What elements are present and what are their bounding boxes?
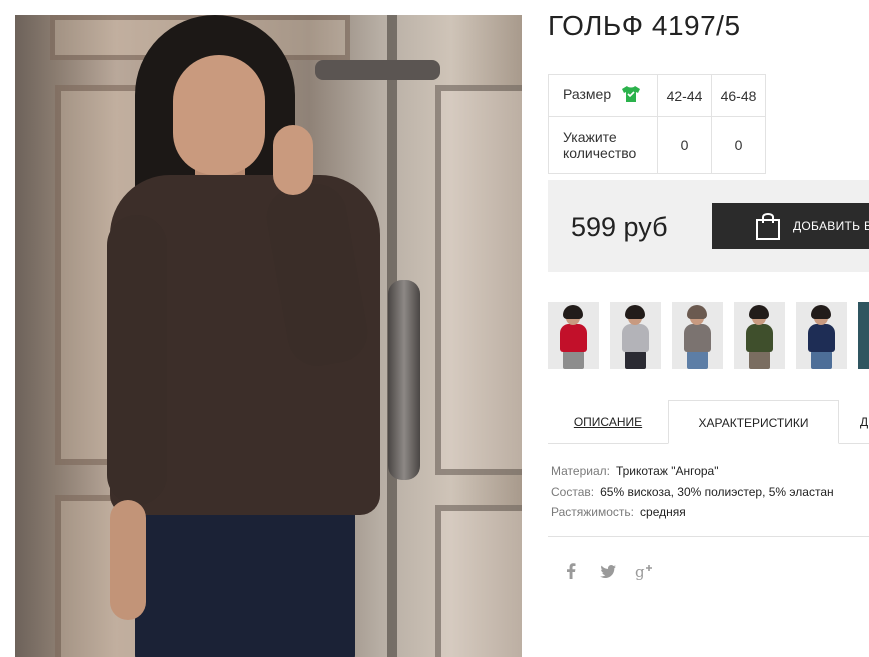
product-title: ГОЛЬФ 4197/5 [548, 10, 741, 41]
price-bar: 599 руб ДОБАВИТЬ В [548, 180, 869, 272]
product-main-photo[interactable] [15, 15, 522, 657]
model-figure [110, 500, 146, 620]
google-plus-icon[interactable]: g [635, 561, 655, 581]
section-divider [548, 536, 869, 537]
thumbnail-grey-brown[interactable] [672, 302, 723, 369]
color-thumbnails [548, 302, 869, 369]
spec-row: Растяжимость: средняя [551, 502, 834, 523]
twitter-icon[interactable] [598, 561, 618, 581]
quantity-input[interactable]: 0 [657, 116, 712, 174]
spec-row: Состав: 65% вискоза, 30% полиэстер, 5% эл… [551, 482, 834, 503]
spec-value: средняя [640, 505, 686, 519]
product-tabs: ОПИСАНИЕ ХАРАКТЕРИСТИКИ Д [548, 400, 869, 444]
svg-text:g: g [635, 563, 645, 580]
shopping-bag-icon [754, 211, 782, 244]
tab-label: ОПИСАНИЕ [573, 415, 643, 429]
tab-description[interactable]: ОПИСАНИЕ [548, 400, 668, 444]
thumbnail-navy[interactable] [796, 302, 847, 369]
quantity-label-line: Укажите [563, 129, 617, 145]
quantity-label-line: количество [563, 145, 637, 161]
model-figure [135, 495, 355, 657]
size-quantity-table: Размер 42-44 46-48 Укажите количество 0 … [548, 74, 766, 174]
spec-key: Состав: [551, 484, 595, 499]
product-price: 599 руб [571, 212, 668, 242]
size-option[interactable]: 46-48 [711, 74, 766, 117]
model-figure [107, 215, 167, 505]
spec-key: Материал: [551, 464, 610, 478]
thumbnail-red[interactable] [548, 302, 599, 369]
thumbnail-teal[interactable] [858, 302, 869, 369]
door-decor [435, 85, 522, 475]
facebook-icon[interactable] [561, 561, 581, 581]
tab-characteristics[interactable]: ХАРАКТЕРИСТИКИ [668, 400, 839, 444]
size-option[interactable]: 42-44 [657, 74, 712, 117]
spec-value: 65% вискоза, 30% полиэстер, 5% эластан [600, 484, 834, 499]
tab-label: ХАРАКТЕРИСТИКИ [698, 416, 809, 430]
door-handle [388, 280, 420, 480]
size-label: Размер [563, 86, 612, 103]
add-to-cart-button[interactable]: ДОБАВИТЬ В [712, 203, 869, 249]
door-hinge [315, 60, 440, 80]
product-specs: Материал: Трикотаж "Ангора" Состав: 65% ви… [551, 461, 834, 523]
model-figure [273, 125, 313, 195]
door-decor [435, 505, 522, 657]
tshirt-icon[interactable] [621, 85, 641, 106]
thumbnail-olive[interactable] [734, 302, 785, 369]
quantity-input[interactable]: 0 [711, 116, 766, 174]
tab-label: Д [860, 415, 869, 429]
spec-key: Растяжимость: [551, 505, 635, 519]
add-to-cart-label: ДОБАВИТЬ В [793, 219, 869, 233]
model-figure [173, 55, 265, 175]
size-label-cell: Размер [548, 74, 658, 117]
spec-row: Материал: Трикотаж "Ангора" [551, 461, 834, 482]
thumbnail-grey[interactable] [610, 302, 661, 369]
tab-third[interactable]: Д [860, 400, 869, 444]
quantity-label: Укажите количество [548, 116, 658, 174]
spec-value: Трикотаж "Ангора" [615, 464, 719, 478]
